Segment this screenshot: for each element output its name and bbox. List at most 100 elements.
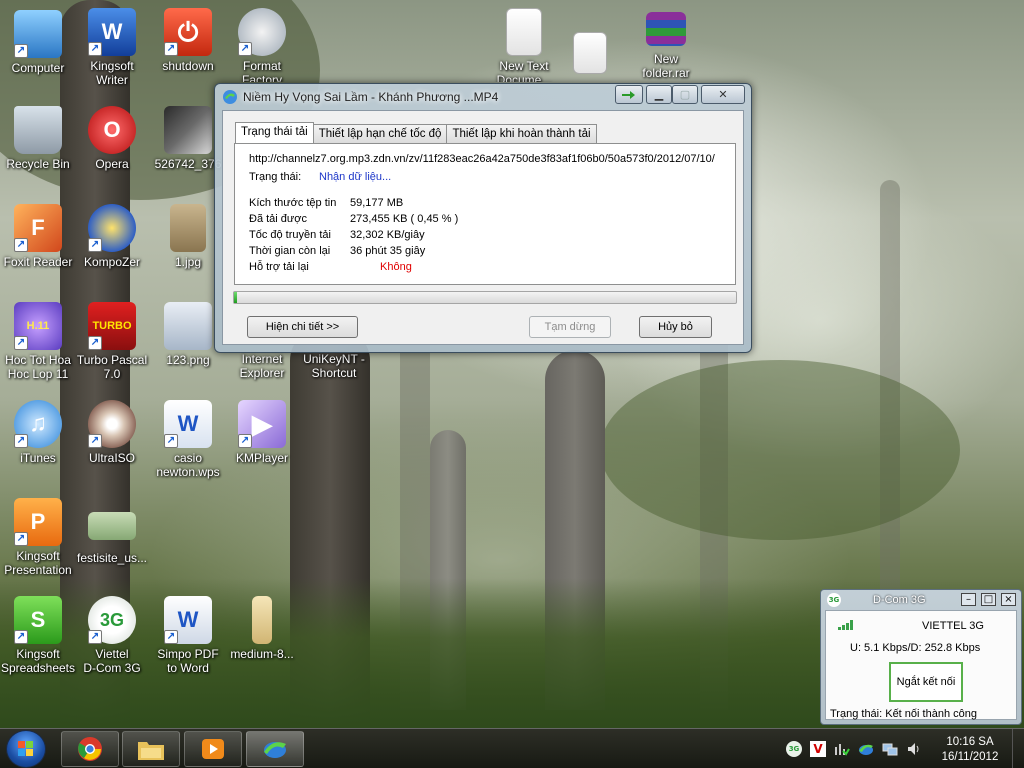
- folder-icon: [138, 742, 164, 760]
- image-file-icon: [88, 512, 136, 540]
- minimize-button[interactable]: ▁: [646, 85, 672, 104]
- desktop-icon-shutdown[interactable]: ⏻ ↗ shutdown: [150, 8, 226, 73]
- desktop-icon-text-file[interactable]: [552, 32, 628, 77]
- icon-label: to Word: [167, 661, 209, 675]
- desktop-icon-kingsoft-spreadsheets[interactable]: S ↗ Kingsoft Spreadsheets: [0, 596, 76, 675]
- turbo-pascal-icon: TURBO ↗: [88, 302, 136, 350]
- icon-label: Opera: [95, 157, 129, 171]
- show-desktop-button[interactable]: [1012, 729, 1024, 768]
- signal-strength-icon: [838, 620, 853, 630]
- dialog-titlebar[interactable]: Niềm Hy Vọng Sai Lầm - Khánh Phương ...M…: [215, 84, 751, 110]
- desktop-icon-kompozer[interactable]: ↗ KompoZer: [74, 204, 150, 269]
- download-progress-dialog: Niềm Hy Vọng Sai Lầm - Khánh Phương ...M…: [214, 83, 752, 353]
- desktop-icon-opera[interactable]: O Opera: [74, 106, 150, 171]
- system-clock[interactable]: 10:16 SA 16/11/2012: [934, 735, 1006, 765]
- dcom-close-button[interactable]: ×: [1001, 593, 1016, 606]
- icon-label: UniKeyNT -: [303, 352, 365, 366]
- close-icon: ✕: [718, 88, 728, 101]
- chrome-icon: [78, 737, 102, 761]
- itunes-icon: ♫ ↗: [14, 400, 62, 448]
- downloaded-value: 273,455 KB ( 0,45 % ): [350, 213, 459, 225]
- desktop-icon-casio-newton[interactable]: W ↗ casio newton.wps: [150, 400, 226, 479]
- desktop-icon-kingsoft-presentation[interactable]: P ↗ Kingsoft Presentation: [0, 498, 76, 577]
- taskbar-media-player[interactable]: [184, 731, 242, 767]
- download-url: http://channelz7.org.mp3.zdn.vn/zv/11f28…: [249, 153, 715, 165]
- tab-on-completion[interactable]: Thiết lập khi hoàn thành tải: [446, 124, 597, 143]
- dcom-title: D-Com 3G: [873, 594, 926, 606]
- icon-label: Turbo Pascal: [76, 353, 148, 367]
- pause-button[interactable]: Tạm dừng: [529, 316, 611, 338]
- start-button[interactable]: [6, 730, 46, 768]
- time-left-label: Thời gian còn lại: [249, 245, 331, 257]
- wps-document-icon: W ↗: [164, 400, 212, 448]
- download-manager-icon: [264, 742, 286, 758]
- icon-label: UltraISO: [88, 451, 135, 465]
- icon-label: festisite_us...: [76, 551, 148, 565]
- image-file-icon: [164, 302, 212, 350]
- clock-time: 10:16 SA: [946, 736, 994, 748]
- minimize-to-tray-button[interactable]: [615, 85, 643, 104]
- kingsoft-spreadsheets-icon: S ↗: [14, 596, 62, 644]
- chemistry-app-icon: H.11 ↗: [14, 302, 62, 350]
- status-value: Nhận dữ liệu...: [319, 171, 392, 183]
- desktop-icon-medium[interactable]: medium-8...: [224, 596, 300, 661]
- dcom-maximize-button[interactable]: □: [981, 593, 996, 606]
- desktop-icon-new-folder-rar[interactable]: New folder.rar: [628, 8, 704, 80]
- kingsoft-writer-icon: W ↗: [88, 8, 136, 56]
- icon-label: Foxit Reader: [3, 255, 73, 269]
- desktop-icon-ultraiso[interactable]: ↗ UltraISO: [74, 400, 150, 465]
- desktop-icon-viettel-dcom[interactable]: 3G ↗ Viettel D-Com 3G: [74, 596, 150, 675]
- desktop-icon-format-factory[interactable]: ↗ Format Factory: [224, 8, 300, 82]
- close-button[interactable]: ✕: [701, 85, 745, 104]
- maximize-button[interactable]: ▢: [672, 85, 698, 104]
- desktop-icon-internet-explorer[interactable]: Internet Explorer: [224, 352, 300, 380]
- dcom-tray-icon[interactable]: 3G: [786, 741, 802, 757]
- icon-label: Kingsoft: [16, 549, 60, 563]
- recycle-bin-icon: [14, 106, 62, 154]
- status-label: Trạng thái:: [249, 171, 302, 183]
- dcom-minimize-button[interactable]: –: [961, 593, 976, 606]
- icon-label: Hoc Lop 11: [7, 367, 69, 381]
- taskbar-file-explorer[interactable]: [122, 731, 180, 767]
- desktop-icon-festisite[interactable]: festisite_us...: [74, 500, 150, 565]
- volume-icon[interactable]: [906, 741, 922, 757]
- desktop-icon-hoc-tot-hoa[interactable]: H.11 ↗ Hoc Tot Hoa Hoc Lop 11: [0, 302, 76, 381]
- show-details-button[interactable]: Hiện chi tiết >>: [247, 316, 358, 338]
- desktop-icon-unikey[interactable]: UniKeyNT - Shortcut: [296, 352, 372, 380]
- cancel-button[interactable]: Hủy bỏ: [639, 316, 712, 338]
- antivirus-tray-icon[interactable]: V: [810, 741, 826, 757]
- tab-speed-limit[interactable]: Thiết lập hạn chế tốc độ: [312, 124, 448, 143]
- taskbar-download-manager[interactable]: [246, 731, 304, 767]
- icon-label: KompoZer: [83, 255, 141, 269]
- desktop-icon-computer[interactable]: ↗ Computer: [0, 10, 76, 75]
- tab-download-status[interactable]: Trạng thái tải: [235, 122, 314, 143]
- desktop-icon-foxit-reader[interactable]: F ↗ Foxit Reader: [0, 204, 76, 269]
- desktop-icon-new-text-document[interactable]: New Text Docume...: [486, 8, 562, 82]
- network-connection-icon[interactable]: [882, 741, 898, 757]
- icon-label: Format: [242, 59, 281, 73]
- desktop-icon-simpo-pdf[interactable]: W ↗ Simpo PDF to Word: [150, 596, 226, 675]
- desktop-icon-kmplayer[interactable]: ▶ ↗ KMPlayer: [224, 400, 300, 465]
- image-file-icon: [170, 204, 206, 252]
- desktop-icon-turbo-pascal[interactable]: TURBO ↗ Turbo Pascal 7.0: [74, 302, 150, 381]
- icon-label: Recycle Bin: [6, 157, 70, 171]
- icon-label: New: [653, 52, 678, 66]
- transfer-rate-label: Tốc độ truyền tải: [249, 229, 331, 241]
- kmplayer-icon: ▶ ↗: [238, 400, 286, 448]
- dialog-body: Trạng thái tải Thiết lập hạn chế tốc độ …: [222, 110, 744, 345]
- taskbar-chrome[interactable]: [61, 731, 119, 767]
- download-tray-icon[interactable]: [858, 741, 874, 757]
- dcom-3g-icon: 3G ↗: [88, 596, 136, 644]
- desktop-icon-recycle-bin[interactable]: Recycle Bin: [0, 106, 76, 171]
- text-file-icon: [506, 8, 542, 56]
- dcom-body: VIETTEL 3G U: 5.1 Kbps/D: 252.8 Kbps Ngắ…: [825, 610, 1017, 720]
- desktop-icon-kingsoft-writer[interactable]: W ↗ Kingsoft Writer: [74, 8, 150, 87]
- close-icon: ×: [1004, 594, 1013, 605]
- desktop-icon-itunes[interactable]: ♫ ↗ iTunes: [0, 400, 76, 465]
- network-tray-icon[interactable]: [834, 741, 850, 757]
- computer-icon: ↗: [14, 10, 62, 58]
- icon-label: D-Com 3G: [83, 661, 141, 675]
- disconnect-button[interactable]: Ngắt kết nối: [889, 662, 963, 702]
- downloaded-label: Đã tải được: [249, 213, 307, 225]
- icon-label: medium-8...: [230, 647, 294, 661]
